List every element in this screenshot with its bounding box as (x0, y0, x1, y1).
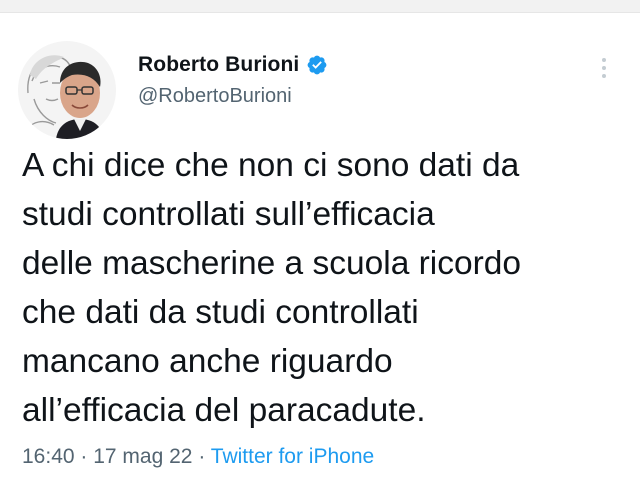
verified-badge-icon (306, 54, 328, 76)
author-avatar[interactable] (18, 41, 116, 139)
more-options-icon (602, 58, 606, 62)
more-options-icon-dot (602, 74, 606, 78)
tweet-text-line: all’efficacia del paracadute. (22, 392, 426, 429)
more-options-button[interactable] (594, 53, 614, 83)
profile-photo-icon (18, 41, 116, 139)
tweet-time[interactable]: 16:40 (22, 445, 75, 468)
tweet-card: Roberto Burioni @RobertoBurioni A chi di… (0, 13, 640, 502)
tweet-meta: 16:40 · 17 mag 22 · Twitter for iPhone (22, 445, 374, 469)
display-name-row: Roberto Burioni (138, 51, 328, 79)
more-options-icon-dot (602, 66, 606, 70)
meta-separator: · (198, 445, 211, 468)
author-handle[interactable]: @RobertoBurioni (138, 85, 328, 108)
tweet-source-link[interactable]: Twitter for iPhone (211, 445, 374, 468)
tweet-text-line: studi controllati sull’efficacia (22, 196, 435, 233)
author-display-name[interactable]: Roberto Burioni (138, 53, 299, 77)
author-info: Roberto Burioni @RobertoBurioni (138, 51, 328, 108)
top-divider (0, 0, 640, 13)
tweet-date[interactable]: 17 mag 22 (93, 445, 192, 468)
tweet-text-line: A chi dice che non ci sono dati da (22, 147, 520, 184)
tweet-text-line: mancano anche riguardo (22, 343, 393, 380)
meta-separator: · (80, 445, 94, 468)
tweet-text: A chi dice che non ci sono dati da studi… (22, 141, 622, 435)
tweet-text-line: che dati da studi controllati (22, 294, 419, 331)
tweet-text-line: delle mascherine a scuola ricordo (22, 245, 522, 282)
